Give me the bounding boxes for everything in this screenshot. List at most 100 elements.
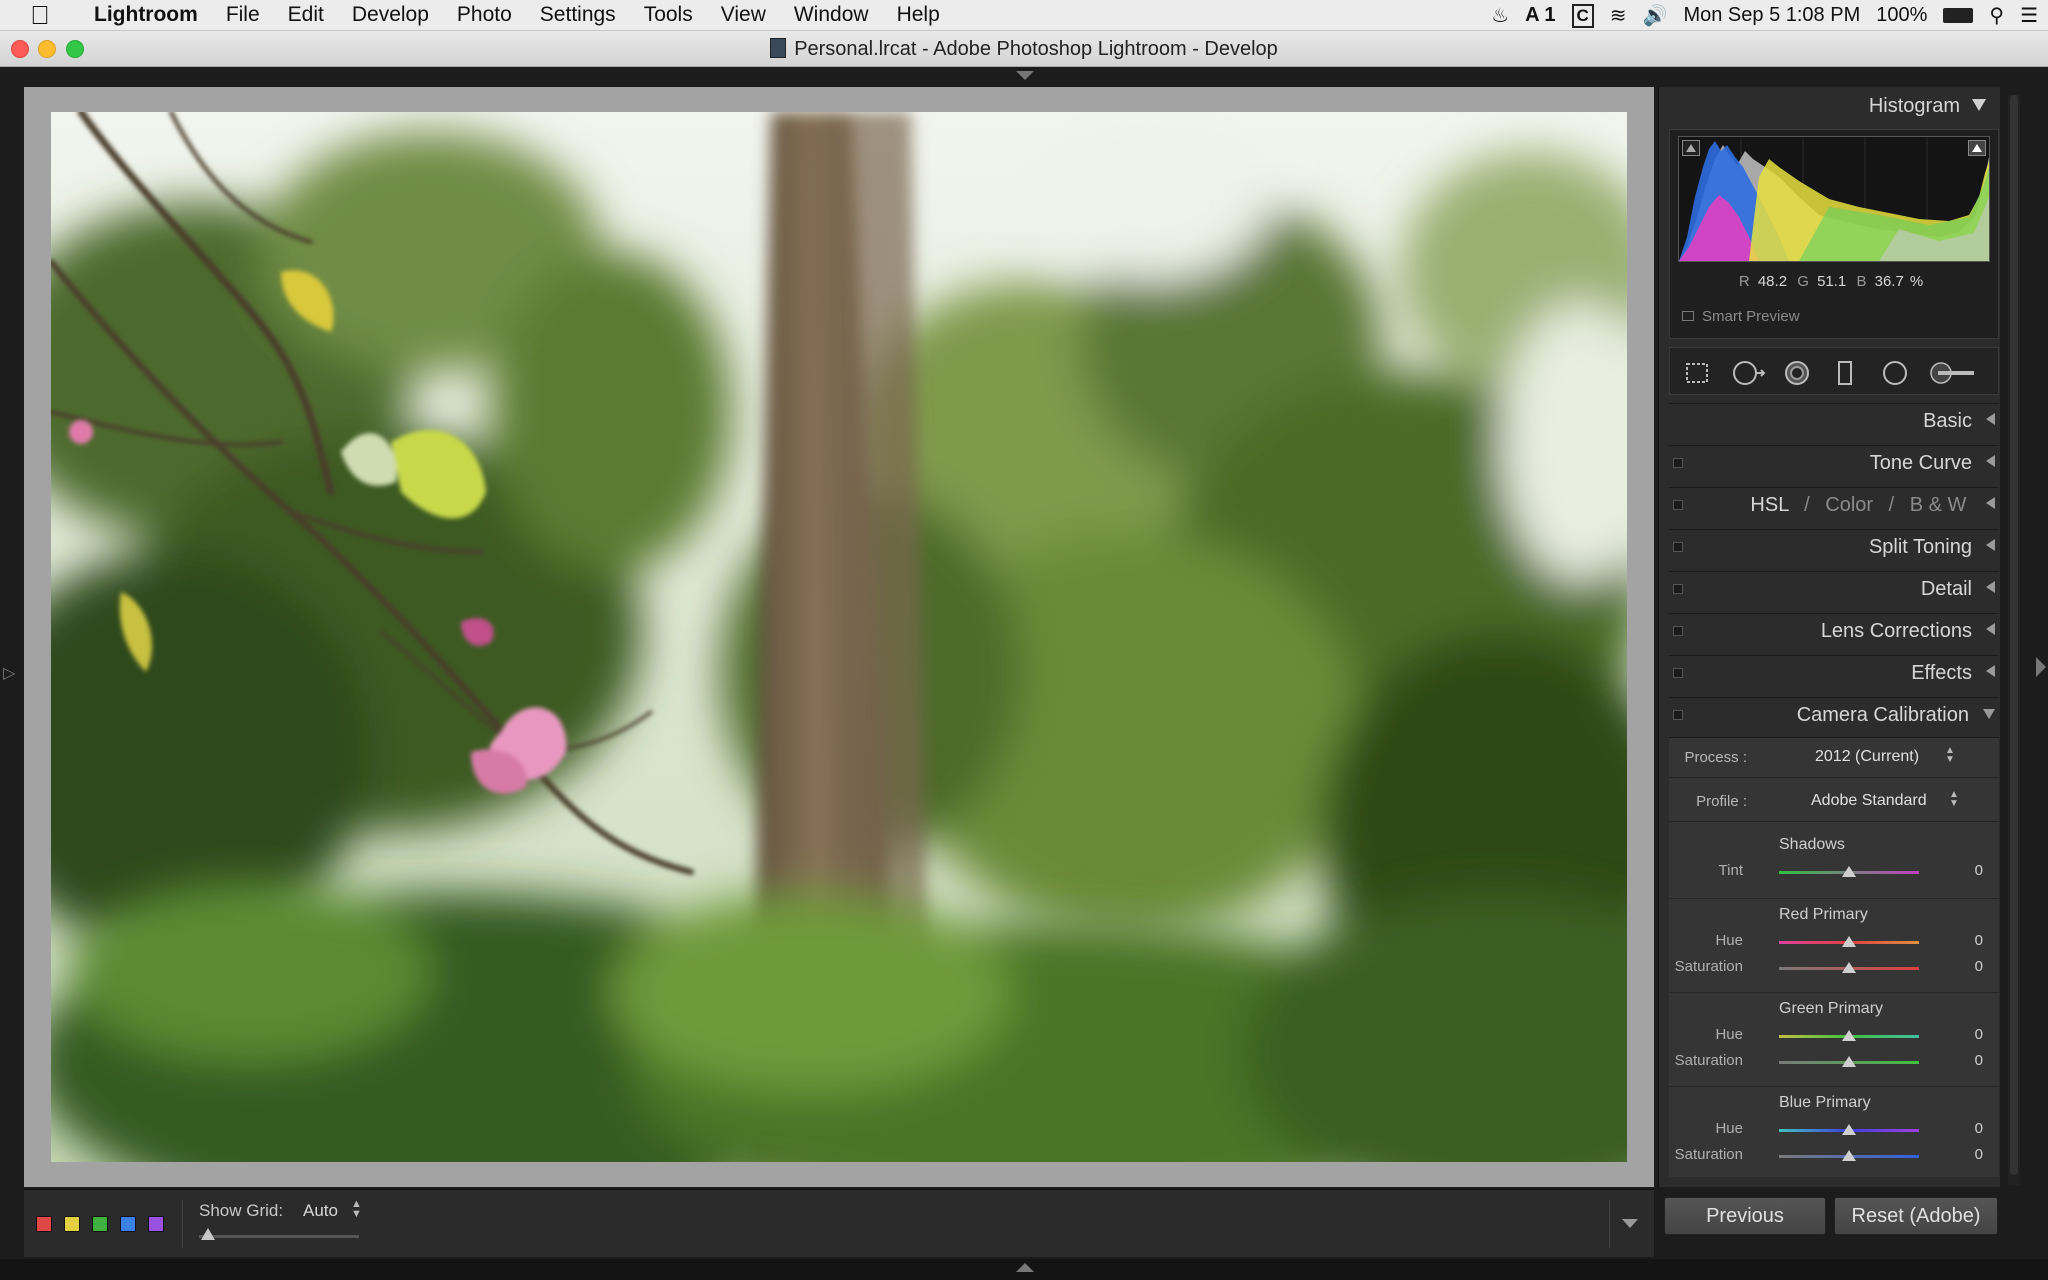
spotlight-search-icon[interactable]: ⚲ bbox=[1989, 3, 2004, 28]
crop-overlay-icon[interactable] bbox=[1684, 360, 1710, 386]
color-label-green[interactable] bbox=[92, 1215, 108, 1232]
profile-stepper-icon[interactable]: ▲ ▼ bbox=[1949, 790, 1959, 809]
shadows-heading: Shadows bbox=[1779, 836, 1845, 853]
apple-menu-icon[interactable]:  bbox=[0, 0, 80, 31]
green-saturation-knob[interactable] bbox=[1842, 1056, 1856, 1067]
hsl-panel-header[interactable]: HSL / Color / B & W bbox=[1669, 487, 1999, 525]
right-panel-scrollbar[interactable] bbox=[2008, 95, 2020, 1185]
radial-filter-icon[interactable] bbox=[1882, 360, 1908, 386]
red-saturation-knob[interactable] bbox=[1842, 962, 1856, 973]
lens-corrections-expand-icon[interactable] bbox=[1986, 623, 1995, 635]
adobe-creative-cloud-icon[interactable]: A 1 bbox=[1525, 4, 1555, 27]
red-saturation-value[interactable]: 0 bbox=[1975, 958, 1983, 975]
flame-icon[interactable]: ♨ bbox=[1491, 3, 1509, 28]
adjustment-brush-icon[interactable] bbox=[1928, 360, 1978, 386]
effects-expand-icon[interactable] bbox=[1986, 665, 1995, 677]
process-select[interactable]: 2012 (Current) bbox=[1815, 748, 1919, 766]
profile-select[interactable]: Adobe Standard bbox=[1811, 792, 1927, 810]
process-stepper-icon[interactable]: ▲ ▼ bbox=[1945, 746, 1955, 765]
shadows-tint-knob[interactable] bbox=[1842, 866, 1856, 877]
color-separator: / bbox=[1888, 494, 1895, 516]
menu-window[interactable]: Window bbox=[780, 3, 883, 27]
blue-saturation-label: Saturation bbox=[1674, 1146, 1743, 1163]
basic-expand-icon[interactable] bbox=[1986, 413, 1995, 425]
lens-corrections-panel-header[interactable]: Lens Corrections bbox=[1669, 613, 1999, 651]
right-panel-scrollbar-thumb[interactable] bbox=[2010, 95, 2018, 1175]
green-hue-value[interactable]: 0 bbox=[1975, 1026, 1983, 1043]
effects-panel-header[interactable]: Effects bbox=[1669, 655, 1999, 693]
hsl-tab[interactable]: HSL bbox=[1750, 494, 1788, 516]
menu-settings[interactable]: Settings bbox=[526, 3, 630, 27]
shadow-clipping-toggle[interactable] bbox=[1682, 140, 1700, 156]
tone-curve-expand-icon[interactable] bbox=[1986, 455, 1995, 467]
smart-preview-status[interactable]: Smart Preview bbox=[1682, 308, 1800, 325]
color-label-blue[interactable] bbox=[120, 1215, 136, 1232]
effects-switch[interactable] bbox=[1673, 668, 1683, 678]
green-hue-knob[interactable] bbox=[1842, 1030, 1856, 1041]
camera-calibration-collapse-icon[interactable] bbox=[1983, 709, 1995, 719]
volume-icon[interactable]: 🔊 bbox=[1643, 3, 1668, 28]
basic-panel-header[interactable]: Basic bbox=[1669, 403, 1999, 441]
detail-switch[interactable] bbox=[1673, 584, 1683, 594]
blue-hue-value[interactable]: 0 bbox=[1975, 1120, 1983, 1137]
reset-adobe-button[interactable]: Reset (Adobe) bbox=[1834, 1197, 1998, 1235]
battery-icon[interactable] bbox=[1943, 8, 1974, 23]
right-panel-toggle-icon[interactable] bbox=[2036, 657, 2046, 677]
c-app-icon[interactable]: C bbox=[1571, 3, 1594, 28]
menu-help[interactable]: Help bbox=[883, 3, 954, 27]
menubar-clock[interactable]: Mon Sep 5 1:08 PM bbox=[1683, 4, 1860, 27]
notification-center-icon[interactable]: ☰ bbox=[2020, 3, 2038, 28]
blue-saturation-knob[interactable] bbox=[1842, 1150, 1856, 1161]
highlight-clipping-toggle[interactable] bbox=[1968, 140, 1986, 156]
show-grid-select[interactable]: Auto bbox=[303, 1201, 338, 1221]
menu-develop[interactable]: Develop bbox=[338, 3, 443, 27]
color-label-purple[interactable] bbox=[148, 1215, 164, 1232]
hsl-switch[interactable] bbox=[1673, 500, 1683, 510]
menu-view[interactable]: View bbox=[707, 3, 780, 27]
detail-panel-header[interactable]: Detail bbox=[1669, 571, 1999, 609]
bw-tab[interactable]: B & W bbox=[1910, 494, 1967, 516]
blue-saturation-value[interactable]: 0 bbox=[1975, 1146, 1983, 1163]
histogram-graph[interactable] bbox=[1678, 136, 1990, 262]
previous-button[interactable]: Previous bbox=[1664, 1197, 1826, 1235]
grid-size-slider[interactable] bbox=[199, 1234, 359, 1238]
graduated-filter-icon[interactable] bbox=[1832, 360, 1858, 386]
menu-edit[interactable]: Edit bbox=[274, 3, 338, 27]
histogram-collapse-icon[interactable] bbox=[1972, 99, 1986, 111]
lens-corrections-switch[interactable] bbox=[1673, 626, 1683, 636]
detail-expand-icon[interactable] bbox=[1986, 581, 1995, 593]
image-work-area[interactable] bbox=[24, 87, 1654, 1187]
blue-hue-knob[interactable] bbox=[1842, 1124, 1856, 1135]
camera-calibration-panel-header[interactable]: Camera Calibration bbox=[1669, 697, 1999, 735]
shadows-tint-value[interactable]: 0 bbox=[1975, 862, 1983, 879]
split-toning-expand-icon[interactable] bbox=[1986, 539, 1995, 551]
tone-curve-switch[interactable] bbox=[1673, 458, 1683, 468]
battery-percent[interactable]: 100% bbox=[1876, 4, 1927, 27]
histogram-header[interactable]: Histogram bbox=[1869, 95, 1986, 118]
spot-removal-icon[interactable] bbox=[1732, 360, 1766, 386]
menu-photo[interactable]: Photo bbox=[443, 3, 526, 27]
grid-size-slider-knob[interactable] bbox=[201, 1227, 215, 1240]
red-eye-correction-icon[interactable] bbox=[1784, 360, 1810, 386]
menu-file[interactable]: File bbox=[212, 3, 274, 27]
color-label-yellow[interactable] bbox=[64, 1215, 80, 1232]
color-label-red[interactable] bbox=[36, 1215, 52, 1232]
color-tab[interactable]: Color bbox=[1825, 494, 1873, 516]
hsl-expand-icon[interactable] bbox=[1986, 497, 1995, 509]
split-toning-switch[interactable] bbox=[1673, 542, 1683, 552]
photo-preview[interactable] bbox=[51, 112, 1627, 1162]
tone-curve-panel-header[interactable]: Tone Curve bbox=[1669, 445, 1999, 483]
red-hue-value[interactable]: 0 bbox=[1975, 932, 1983, 949]
filmstrip-toggle-icon[interactable] bbox=[1016, 1263, 1034, 1272]
split-toning-panel-header[interactable]: Split Toning bbox=[1669, 529, 1999, 567]
show-grid-stepper-icon[interactable]: ▲ ▼ bbox=[351, 1198, 362, 1219]
menu-app-name[interactable]: Lightroom bbox=[80, 3, 212, 27]
green-saturation-value[interactable]: 0 bbox=[1975, 1052, 1983, 1069]
camera-calibration-switch[interactable] bbox=[1673, 710, 1683, 720]
toolbar-content-menu-icon[interactable] bbox=[1622, 1219, 1638, 1228]
red-hue-knob[interactable] bbox=[1842, 936, 1856, 947]
left-panel-toggle-icon[interactable]: ▷ bbox=[3, 663, 15, 683]
wifi-icon[interactable]: ≋ bbox=[1610, 3, 1627, 28]
top-panel-toggle-icon[interactable] bbox=[1016, 71, 1034, 80]
menu-tools[interactable]: Tools bbox=[630, 3, 707, 27]
